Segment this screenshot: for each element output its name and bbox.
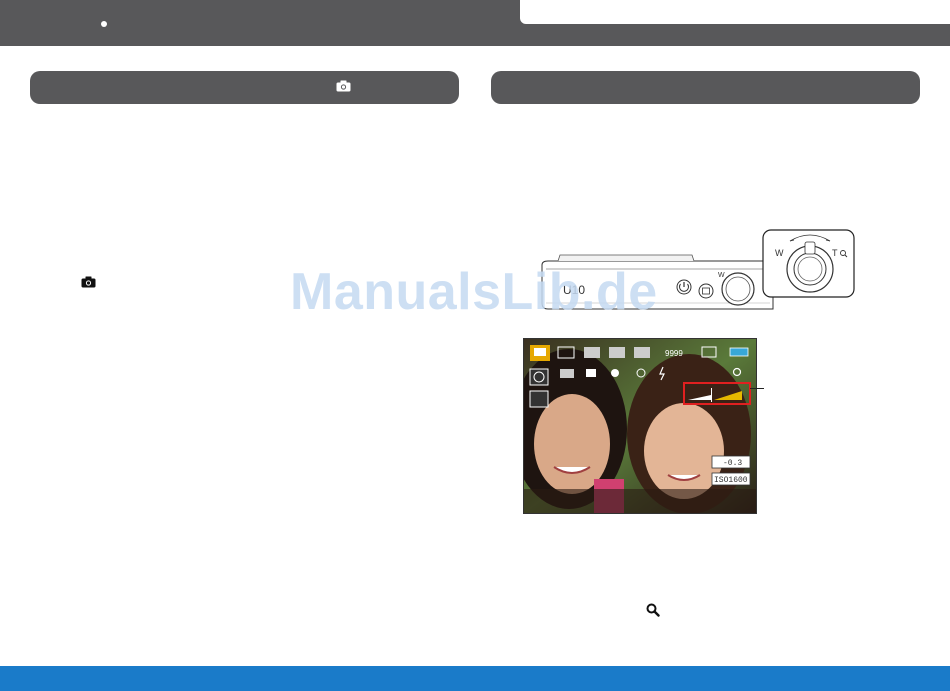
magnifier-icon	[646, 603, 660, 617]
camera-icon	[81, 276, 96, 288]
zoom-wide-label: W	[775, 248, 784, 258]
zoom-wide-label-small: W	[718, 272, 725, 279]
page-footer-bar	[0, 666, 950, 691]
right-section-header	[491, 71, 920, 104]
header-tab-right	[520, 0, 950, 24]
page-header-bar	[0, 0, 950, 46]
watermark: ManualsLib.de	[290, 263, 658, 321]
lcd-screen-photo: 9999 -0.3 ISO1600	[523, 338, 757, 514]
zoom-tele-label: T	[832, 248, 838, 258]
iso-value: ISO1600	[714, 476, 748, 485]
camera-icon	[336, 80, 351, 92]
zoom-bar-callout-line	[750, 388, 764, 389]
bullet-dot	[101, 21, 107, 27]
left-section-header	[30, 71, 459, 104]
exposure-value: -0.3	[723, 459, 742, 468]
shots-remaining: 9999	[665, 349, 683, 358]
